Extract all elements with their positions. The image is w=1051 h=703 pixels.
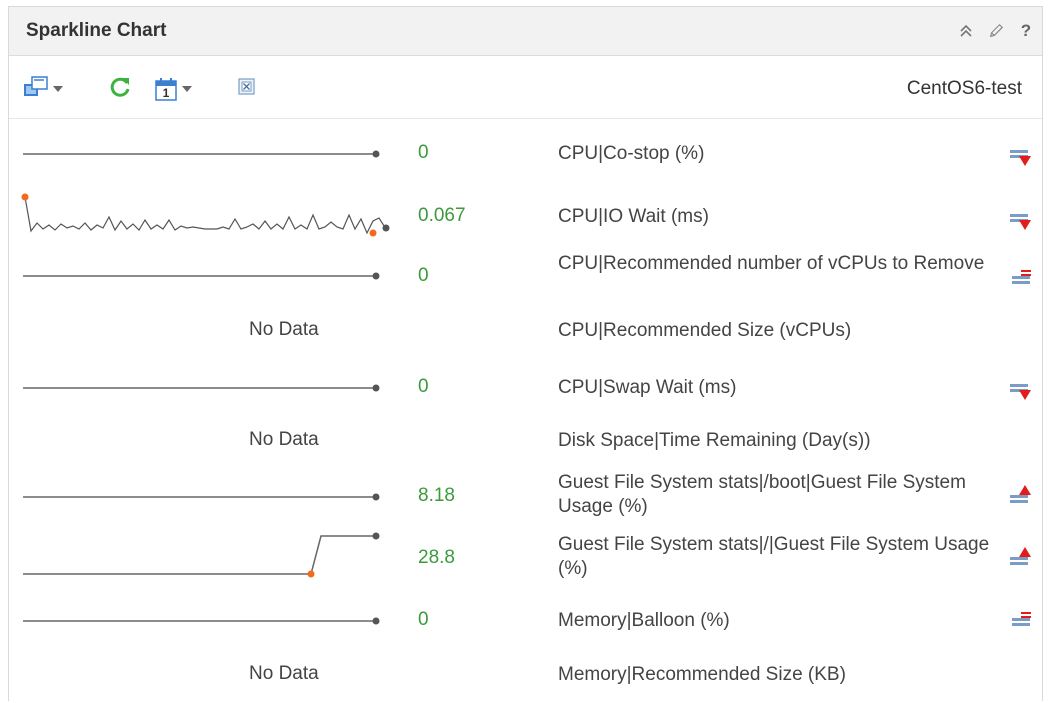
- trend-up-icon: [1009, 545, 1035, 567]
- metric-row: No Data Memory|Recommended Size (KB): [9, 647, 1042, 703]
- widget-toolbar: 1 CentOS6-test: [9, 56, 1042, 119]
- metric-label: CPU|Swap Wait (ms): [558, 377, 737, 398]
- metric-label: Disk Space|Time Remaining (Day(s)): [558, 430, 871, 451]
- refresh-icon: [108, 75, 132, 104]
- no-data-label: No Data: [249, 429, 319, 450]
- sparkline-widget: Sparkline Chart ? 1 CentOS6-test 0 CPU|C…: [8, 6, 1043, 701]
- metric-label: CPU|Co-stop (%): [558, 143, 705, 164]
- metric-row: 0 Memory|Balloon (%): [9, 587, 1042, 647]
- select-resource-button[interactable]: [23, 75, 63, 103]
- metric-label: CPU|Recommended number of vCPUs to Remov…: [558, 253, 985, 274]
- sparkline: [23, 532, 380, 578]
- trend-down-icon: [1009, 211, 1035, 233]
- collapse-icon[interactable]: [958, 21, 974, 41]
- chevron-down-icon: [182, 86, 192, 92]
- metric-value: 0.067: [418, 205, 466, 226]
- chevron-down-icon: [53, 86, 63, 92]
- sparkline: [23, 493, 380, 501]
- trend-flat-icon: [1009, 265, 1035, 287]
- widget-header: Sparkline Chart ?: [9, 7, 1042, 56]
- trend-down-icon: [1009, 147, 1035, 169]
- metric-value: 0: [418, 376, 429, 397]
- sparkline: [23, 617, 380, 625]
- no-data-label: No Data: [249, 319, 319, 340]
- reset-icon: [237, 77, 257, 102]
- metric-label: Guest File System stats|/|Guest File Sys…: [558, 534, 990, 579]
- reset-button[interactable]: [237, 77, 257, 101]
- sparkline: [21, 193, 390, 237]
- metric-row: 8.18 Guest File System stats|/boot|Guest…: [9, 463, 1042, 525]
- metric-row: 0 CPU|Recommended number of vCPUs to Rem…: [9, 249, 1042, 309]
- calendar-icon: 1: [154, 77, 178, 101]
- sparkline: [23, 384, 380, 392]
- metric-label: Guest File System stats|/boot|Guest File…: [558, 472, 966, 517]
- metric-value: 0: [418, 265, 429, 286]
- metric-label: CPU|Recommended Size (vCPUs): [558, 320, 852, 341]
- trend-up-icon: [1009, 483, 1035, 505]
- metric-row: No Data Disk Space|Time Remaining (Day(s…: [9, 415, 1042, 463]
- select-resource-icon: [23, 75, 49, 103]
- metric-value: 28.8: [418, 547, 455, 568]
- metric-row: 0 CPU|Swap Wait (ms): [9, 357, 1042, 415]
- widget-actions: ?: [958, 7, 1034, 55]
- metric-row: 28.8 Guest File System stats|/|Guest Fil…: [9, 525, 1042, 587]
- time-range-button[interactable]: 1: [154, 77, 192, 101]
- refresh-button[interactable]: [108, 77, 132, 101]
- resource-name: CentOS6-test: [906, 78, 1022, 99]
- metric-label: Memory|Recommended Size (KB): [558, 664, 846, 685]
- metric-label: CPU|IO Wait (ms): [558, 206, 709, 227]
- help-icon[interactable]: ?: [1018, 21, 1034, 41]
- sparkline: [23, 150, 380, 158]
- trend-flat-icon: [1009, 607, 1035, 629]
- metric-label: Memory|Balloon (%): [558, 610, 730, 631]
- metric-row: No Data CPU|Recommended Size (vCPUs): [9, 309, 1042, 357]
- trend-down-icon: [1009, 381, 1035, 403]
- no-data-label: No Data: [249, 663, 319, 684]
- edit-icon[interactable]: [988, 21, 1004, 41]
- metric-value: 8.18: [418, 485, 455, 506]
- sparkline: [23, 272, 380, 280]
- widget-title: Sparkline Chart: [26, 20, 167, 41]
- metric-row: 0 CPU|Co-stop (%): [9, 119, 1042, 187]
- metric-value: 0: [418, 142, 429, 163]
- metric-row: 0.067 CPU|IO Wait (ms): [9, 187, 1042, 249]
- metric-value: 0: [418, 609, 429, 630]
